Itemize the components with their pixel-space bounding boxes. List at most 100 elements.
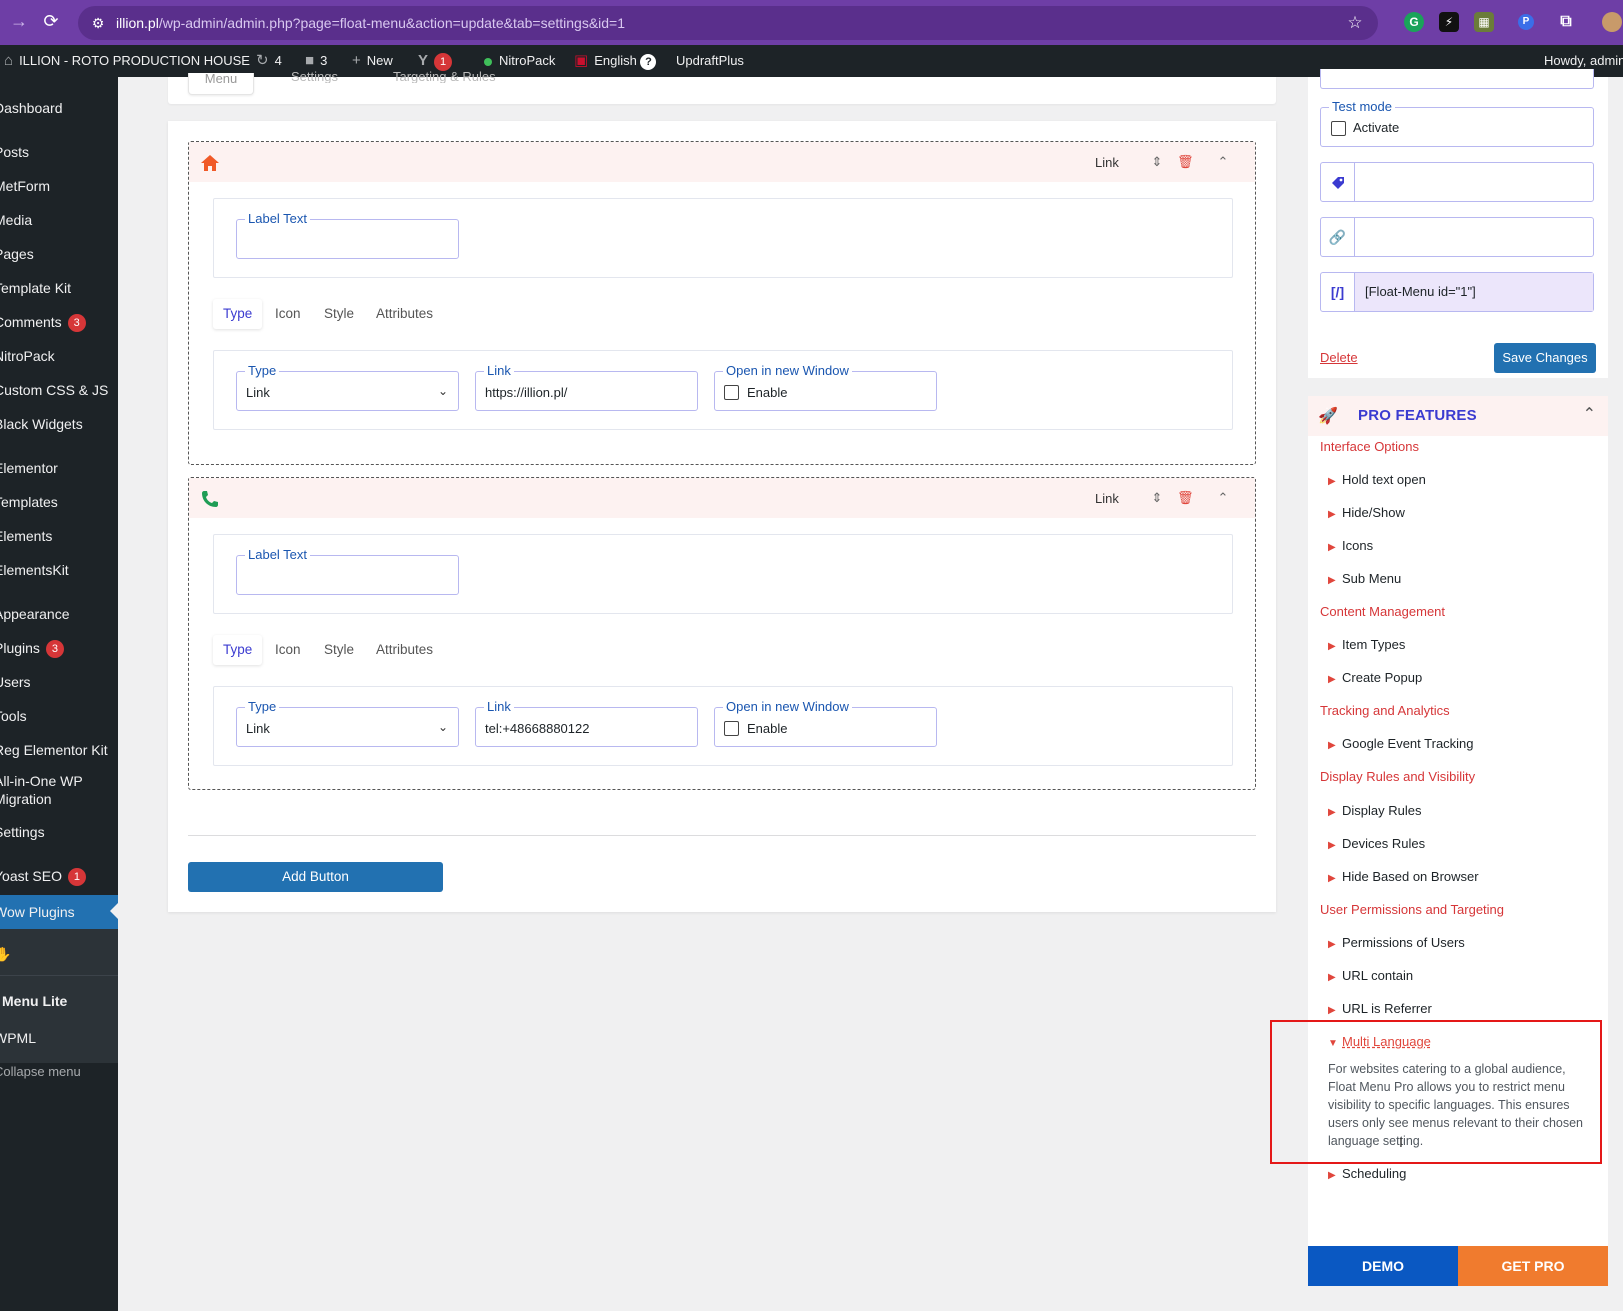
reload-icon[interactable]: ⟳	[40, 10, 62, 32]
pro-item-hide-show[interactable]: ▶ Hide/Show	[1328, 505, 1405, 520]
sidebar-item-label: Users	[0, 674, 31, 690]
sidebar-item-elementor[interactable]: Elementor	[0, 453, 112, 483]
chevron-up-icon[interactable]: ⌃	[1215, 153, 1231, 171]
pro-item-label: URL contain	[1342, 968, 1414, 983]
sidebar-item-reg-elementor-kit[interactable]: Reg Elementor Kit	[0, 735, 112, 765]
sidebar-item-metform[interactable]: MetForm	[0, 171, 112, 201]
demo-button[interactable]: DEMO	[1308, 1246, 1458, 1286]
sidebar-item-black-widgets[interactable]: Black Widgets	[0, 409, 112, 439]
subtab-type[interactable]: Type	[213, 635, 263, 665]
activate-checkbox[interactable]	[1331, 121, 1346, 136]
subtab-style[interactable]: Style	[324, 299, 354, 329]
subtab-style[interactable]: Style	[324, 635, 354, 665]
tab-targeting[interactable]: Targeting & Rules	[393, 69, 496, 83]
sidebar-item-float-menu-lite[interactable]: Menu Lite	[2, 986, 118, 1016]
pro-item-hide-browser[interactable]: ▶ Hide Based on Browser	[1328, 869, 1479, 884]
menu-item-header[interactable]: Link ⇕ 🗑 ⌃	[189, 142, 1255, 182]
admin-bar-updraft[interactable]: UpdraftPlus	[676, 45, 744, 77]
chevron-up-icon[interactable]: ⌃	[1583, 404, 1596, 424]
get-pro-button[interactable]: GET PRO	[1458, 1246, 1608, 1286]
extension-bolt-icon[interactable]: ⚡	[1439, 12, 1459, 32]
tab-settings[interactable]: Settings	[291, 69, 338, 83]
sidebar-item-yoast[interactable]: Yoast SEO 1	[0, 861, 112, 891]
save-changes-button[interactable]: Save Changes	[1494, 343, 1596, 373]
sidebar-item-settings[interactable]: Settings	[0, 817, 112, 847]
address-bar[interactable]: ⚙ illion.pl/wp-admin/admin.php?page=floa…	[78, 6, 1378, 40]
admin-bar-updates[interactable]: ↻ 4	[256, 45, 282, 77]
subtab-attributes[interactable]: Attributes	[376, 299, 433, 329]
pro-item-scheduling[interactable]: ▶ Scheduling	[1328, 1166, 1406, 1181]
link-input[interactable]: Link https://illion.pl/	[475, 363, 698, 411]
sidebar-item-dashboard[interactable]: Dashboard	[0, 93, 112, 123]
pro-item-display-rules[interactable]: ▶ Display Rules	[1328, 803, 1421, 818]
sidebar-item-wpml[interactable]: WPML	[0, 1023, 112, 1053]
sort-arrows-icon[interactable]: ⇕	[1149, 489, 1165, 507]
new-window-checkbox[interactable]	[724, 721, 739, 736]
extension-p-icon[interactable]: P	[1518, 14, 1534, 30]
shortcode-field[interactable]: [/] [Float-Menu id="1"]	[1320, 272, 1594, 312]
sidebar-item-nitropack[interactable]: NitroPack	[0, 341, 112, 371]
link-input[interactable]: Link tel:+48668880122	[475, 699, 698, 747]
sidebar-item-template-kit[interactable]: Template Kit	[0, 273, 112, 303]
label-text-field[interactable]: Label Text	[236, 211, 459, 259]
sidebar-item-custom-css[interactable]: Custom CSS & JS	[0, 375, 112, 405]
pro-item-url-contain[interactable]: ▶ URL contain	[1328, 968, 1413, 983]
sidebar-item-wow-plugins[interactable]: Wow Plugins	[0, 895, 118, 929]
subtab-icon[interactable]: Icon	[275, 299, 301, 329]
pro-features-header[interactable]: 🚀 PRO FEATURES ⌃	[1308, 396, 1608, 436]
trash-icon[interactable]: 🗑	[1177, 489, 1194, 507]
sidebar-item-appearance[interactable]: Appearance	[0, 599, 112, 629]
pro-item-hold-text[interactable]: ▶ Hold text open	[1328, 472, 1426, 487]
pro-item-url-referrer[interactable]: ▶ URL is Referrer	[1328, 1001, 1432, 1016]
type-select[interactable]: Type Link ⌄	[236, 363, 459, 411]
multi-language-description: For websites catering to a global audien…	[1328, 1062, 1583, 1148]
link-field[interactable]: 🔗	[1320, 217, 1594, 257]
sort-arrows-icon[interactable]: ⇕	[1149, 153, 1165, 171]
sidebar-item-label: Reg Elementor Kit	[0, 742, 108, 758]
chevron-up-icon[interactable]: ⌃	[1215, 489, 1231, 507]
tag-input[interactable]	[1320, 162, 1594, 202]
triangle-down-icon: ▼	[1328, 1038, 1338, 1049]
pro-item-label: URL is Referrer	[1342, 1001, 1432, 1016]
sidebar-collapse-menu[interactable]: Collapse menu	[0, 1057, 112, 1087]
add-button[interactable]: Add Button	[188, 862, 443, 892]
sidebar-item-media[interactable]: Media	[0, 205, 112, 235]
profile-avatar[interactable]	[1602, 12, 1622, 32]
sidebar-item-templates[interactable]: Templates	[0, 487, 112, 517]
subtab-type[interactable]: Type	[213, 299, 263, 329]
bookmark-star-icon[interactable]: ☆	[1344, 12, 1366, 34]
trash-icon[interactable]: 🗑	[1177, 153, 1194, 171]
tab-menu[interactable]: Menu	[188, 73, 254, 95]
sidebar-item-tools[interactable]: Tools	[0, 701, 112, 731]
sidebar-item-comments[interactable]: Comments 3	[0, 307, 112, 337]
subtab-icon[interactable]: Icon	[275, 635, 301, 665]
sidebar-item-aio-migration[interactable]: All-in-One WP Migration	[0, 769, 112, 809]
pro-item-permissions[interactable]: ▶ Permissions of Users	[1328, 935, 1465, 950]
pro-item-devices-rules[interactable]: ▶ Devices Rules	[1328, 836, 1425, 851]
sidebar-item-elementskit[interactable]: ElementsKit	[0, 555, 112, 585]
sidebar-item-posts[interactable]: Posts	[0, 137, 112, 167]
pro-item-icons[interactable]: ▶ Icons	[1328, 538, 1373, 553]
new-window-checkbox[interactable]	[724, 385, 739, 400]
pro-item-create-popup[interactable]: ▶ Create Popup	[1328, 670, 1422, 685]
menu-item-header[interactable]: Link ⇕ 🗑 ⌃	[189, 478, 1255, 518]
sidebar-item-elements[interactable]: Elements	[0, 521, 112, 551]
type-select[interactable]: Type Link ⌄	[236, 699, 459, 747]
grammarly-extension-icon[interactable]: G	[1404, 12, 1424, 32]
admin-bar-language[interactable]: ▣ English ?	[574, 45, 657, 77]
sidebar-item-pages[interactable]: Pages	[0, 239, 112, 269]
subtab-attributes[interactable]: Attributes	[376, 635, 433, 665]
pro-item-item-types[interactable]: ▶ Item Types	[1328, 637, 1405, 652]
pro-item-google-tracking[interactable]: ▶ Google Event Tracking	[1328, 736, 1474, 751]
label-text-field[interactable]: Label Text	[236, 547, 459, 595]
pro-item-multi-language[interactable]: ▼ Multi Language	[1328, 1034, 1431, 1049]
sidebar-item-users[interactable]: Users	[0, 667, 112, 697]
forward-arrow-icon[interactable]: →	[8, 10, 30, 32]
sidebar-item-plugins[interactable]: Plugins 3	[0, 633, 112, 663]
site-info-icon[interactable]: ⚙	[88, 13, 108, 33]
delete-link[interactable]: Delete	[1320, 350, 1358, 365]
pro-item-sub-menu[interactable]: ▶ Sub Menu	[1328, 571, 1401, 586]
extensions-puzzle-icon[interactable]: ⧉	[1556, 12, 1576, 32]
admin-bar-new[interactable]: + New	[352, 45, 393, 77]
extension-game-icon[interactable]: ▦	[1474, 12, 1494, 32]
